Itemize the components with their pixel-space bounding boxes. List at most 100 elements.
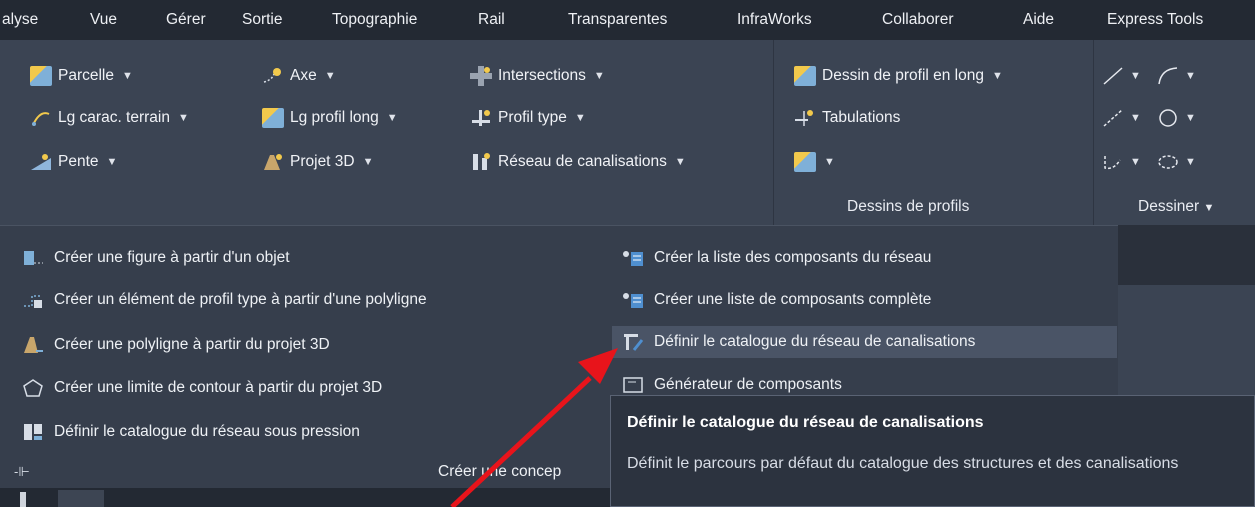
chevron-down-icon: ▼ <box>1185 70 1196 82</box>
lg-profil-long-label: Lg profil long <box>290 109 379 126</box>
creer-polyligne-projet-3d-item[interactable]: Créer une polyligne à partir du projet 3… <box>22 329 330 361</box>
line-icon <box>1102 66 1124 86</box>
menu-topographie[interactable]: Topographie <box>332 11 417 29</box>
menu-transparentes[interactable]: Transparentes <box>568 11 667 29</box>
tooltip: Définir le catalogue du réseau de canali… <box>610 395 1255 507</box>
subassembly-from-polyline-icon <box>22 290 44 310</box>
panel-title-dessiner[interactable]: Dessiner ▼ <box>1138 198 1214 216</box>
intersection-icon <box>470 66 492 86</box>
pipe-catalog-icon <box>622 332 644 352</box>
chevron-down-icon: ▼ <box>106 156 118 168</box>
profile-view-icon <box>794 66 816 86</box>
feature-line-icon <box>30 108 52 128</box>
feature-line-from-object-icon <box>22 248 44 268</box>
chevron-down-icon: ▼ <box>386 112 398 124</box>
chevron-down-icon: ▼ <box>992 70 1003 82</box>
section-view-icon <box>794 152 816 172</box>
item-label: Créer une figure à partir d'un objet <box>54 249 290 266</box>
pressure-catalog-icon <box>22 422 44 442</box>
reseau-canalisations-button[interactable]: Réseau de canalisations ▼ <box>470 149 686 175</box>
axe-label: Axe <box>290 67 317 84</box>
menu-express-tools[interactable]: Express Tools <box>1107 11 1203 29</box>
creer-limite-contour-item[interactable]: Créer une limite de contour à partir du … <box>22 372 382 404</box>
item-label: Définir le catalogue du réseau sous pres… <box>54 423 360 440</box>
pin-icon: -⊩ <box>14 464 30 479</box>
chevron-down-icon: ▼ <box>122 70 133 82</box>
menu-bar: alyse Vue Gérer Sortie Topographie Rail … <box>0 0 1255 40</box>
polyline-from-corridor-icon <box>22 335 44 355</box>
chevron-down-icon: ▼ <box>1203 202 1215 214</box>
menu-aide[interactable]: Aide <box>1023 11 1054 29</box>
polyline-tool[interactable]: ▼ <box>1102 105 1141 131</box>
creer-liste-complete-item[interactable]: Créer une liste de composants complète <box>622 284 931 316</box>
menu-infraworks[interactable]: InfraWorks <box>737 11 812 29</box>
profile-icon <box>262 108 284 128</box>
tooltip-title: Définir le catalogue du réseau de canali… <box>627 414 984 431</box>
chevron-down-icon: ▼ <box>1185 156 1196 168</box>
item-label: Créer une polyligne à partir du projet 3… <box>54 336 330 353</box>
tabulations-button[interactable]: Tabulations <box>794 105 900 131</box>
tabulations-label: Tabulations <box>822 109 901 126</box>
section-view-button[interactable]: ▼ <box>794 149 835 175</box>
pente-button[interactable]: Pente ▼ <box>30 149 117 175</box>
axe-button[interactable]: Axe ▼ <box>262 63 336 89</box>
panel-title-creer-conception[interactable]: Créer une concep <box>438 463 561 481</box>
circle-icon <box>1157 108 1179 128</box>
lg-profil-long-button[interactable]: Lg profil long ▼ <box>262 105 398 131</box>
parcelle-label: Parcelle <box>58 67 114 84</box>
boundary-icon <box>22 378 44 398</box>
alignment-icon <box>262 66 284 86</box>
definir-catalogue-pression-item[interactable]: Définir le catalogue du réseau sous pres… <box>22 416 360 448</box>
line-tool[interactable]: ▼ <box>1102 63 1141 89</box>
menu-sortie[interactable]: Sortie <box>242 11 283 29</box>
small-marker <box>20 492 26 507</box>
lg-carac-terrain-button[interactable]: Lg carac. terrain ▼ <box>30 105 189 131</box>
spline-tool[interactable]: ▼ <box>1102 149 1141 175</box>
arc-tool[interactable]: ▼ <box>1157 63 1196 89</box>
menu-rail[interactable]: Rail <box>478 11 505 29</box>
menu-collaborer[interactable]: Collaborer <box>882 11 954 29</box>
arc-icon <box>1157 66 1179 86</box>
chevron-down-icon: ▼ <box>324 70 336 82</box>
polyline-icon <box>1102 108 1124 128</box>
menu-gerer[interactable]: Gérer <box>166 11 206 29</box>
dessin-profil-label: Dessin de profil en long <box>822 67 984 84</box>
item-label: Générateur de composants <box>654 376 842 393</box>
spline-icon <box>1102 152 1124 172</box>
chevron-down-icon: ▼ <box>824 156 835 168</box>
creer-liste-composants-item[interactable]: Créer la liste des composants du réseau <box>622 242 931 274</box>
part-builder-icon <box>622 375 644 395</box>
lg-carac-terrain-label: Lg carac. terrain <box>58 109 170 126</box>
creer-element-profil-type-item[interactable]: Créer un élément de profil type à partir… <box>22 284 427 316</box>
pin-panel-button[interactable]: -⊩ <box>14 456 30 488</box>
workspace-strip <box>1118 225 1255 285</box>
projet-3d-label: Projet 3D <box>290 153 355 170</box>
intersections-button[interactable]: Intersections ▼ <box>470 63 605 89</box>
parcelle-button[interactable]: Parcelle ▼ <box>30 63 133 89</box>
projet-3d-button[interactable]: Projet 3D ▼ <box>262 149 374 175</box>
chevron-down-icon: ▼ <box>1130 70 1141 82</box>
assembly-icon <box>470 108 492 128</box>
grading-icon <box>30 152 52 172</box>
chevron-down-icon: ▼ <box>1185 112 1196 124</box>
ellipse-tool[interactable]: ▼ <box>1157 149 1196 175</box>
tab-stub <box>58 490 104 507</box>
menu-vue[interactable]: Vue <box>90 11 117 29</box>
item-label: Créer la liste des composants du réseau <box>654 249 932 266</box>
circle-tool[interactable]: ▼ <box>1157 105 1196 131</box>
chevron-down-icon: ▼ <box>593 70 605 82</box>
dessin-profil-en-long-button[interactable]: Dessin de profil en long ▼ <box>794 63 1003 89</box>
item-label: Définir le catalogue du réseau de canali… <box>654 333 976 350</box>
tooltip-description: Définit le parcours par défaut du catalo… <box>627 455 1179 472</box>
chevron-down-icon: ▼ <box>674 156 686 168</box>
chevron-down-icon: ▼ <box>1130 112 1141 124</box>
item-label: Créer un élément de profil type à partir… <box>54 291 427 308</box>
definir-catalogue-canalisations-item[interactable]: Définir le catalogue du réseau de canali… <box>612 326 1117 358</box>
intersections-label: Intersections <box>498 67 586 84</box>
sample-lines-icon <box>794 108 816 128</box>
profil-type-button[interactable]: Profil type ▼ <box>470 105 586 131</box>
drawing-area <box>0 488 610 507</box>
pente-label: Pente <box>58 153 99 170</box>
creer-figure-objet-item[interactable]: Créer une figure à partir d'un objet <box>22 242 290 274</box>
menu-analyse[interactable]: alyse <box>2 11 38 29</box>
